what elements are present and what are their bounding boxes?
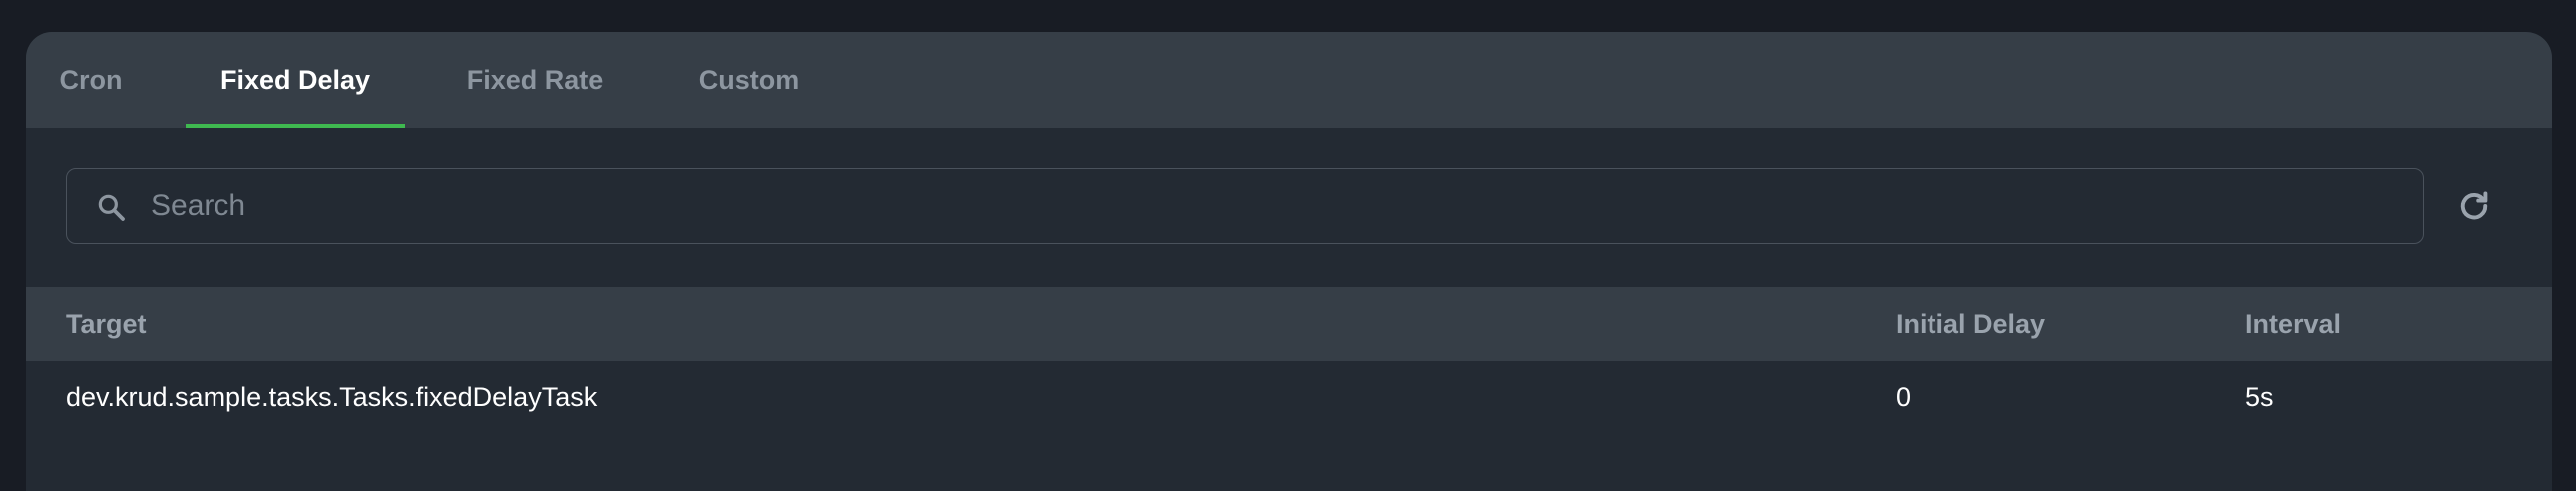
tab-fixed-rate[interactable]: Fixed Rate xyxy=(445,32,625,128)
refresh-icon[interactable] xyxy=(2456,188,2492,224)
table-header: Target Initial Delay Interval xyxy=(26,287,2552,361)
search-box xyxy=(66,168,2424,244)
column-header-initial-delay[interactable]: Initial Delay xyxy=(1896,287,2045,361)
column-header-target[interactable]: Target xyxy=(66,287,147,361)
tab-label: Fixed Rate xyxy=(466,64,604,95)
search-input[interactable] xyxy=(149,169,2387,243)
cell-interval: 5s xyxy=(2245,382,2274,412)
cell-target: dev.krud.sample.tasks.Tasks.fixedDelayTa… xyxy=(66,382,598,412)
column-header-interval[interactable]: Interval xyxy=(2245,287,2341,361)
tab-label: Custom xyxy=(698,64,800,95)
tab-cron[interactable]: Cron xyxy=(26,32,156,128)
tab-bar: Cron Fixed Delay Fixed Rate Custom xyxy=(26,32,2552,128)
tab-label: Cron xyxy=(59,64,123,95)
tab-label: Fixed Delay xyxy=(219,64,371,95)
tab-custom[interactable]: Custom xyxy=(674,32,824,128)
tab-fixed-delay[interactable]: Fixed Delay xyxy=(186,32,405,128)
table-row[interactable]: dev.krud.sample.tasks.Tasks.fixedDelayTa… xyxy=(26,361,2552,433)
search-icon xyxy=(98,194,125,221)
cell-initial-delay: 0 xyxy=(1896,382,1912,412)
scheduled-tasks-panel: Cron Fixed Delay Fixed Rate Custom Targe… xyxy=(26,32,2552,491)
